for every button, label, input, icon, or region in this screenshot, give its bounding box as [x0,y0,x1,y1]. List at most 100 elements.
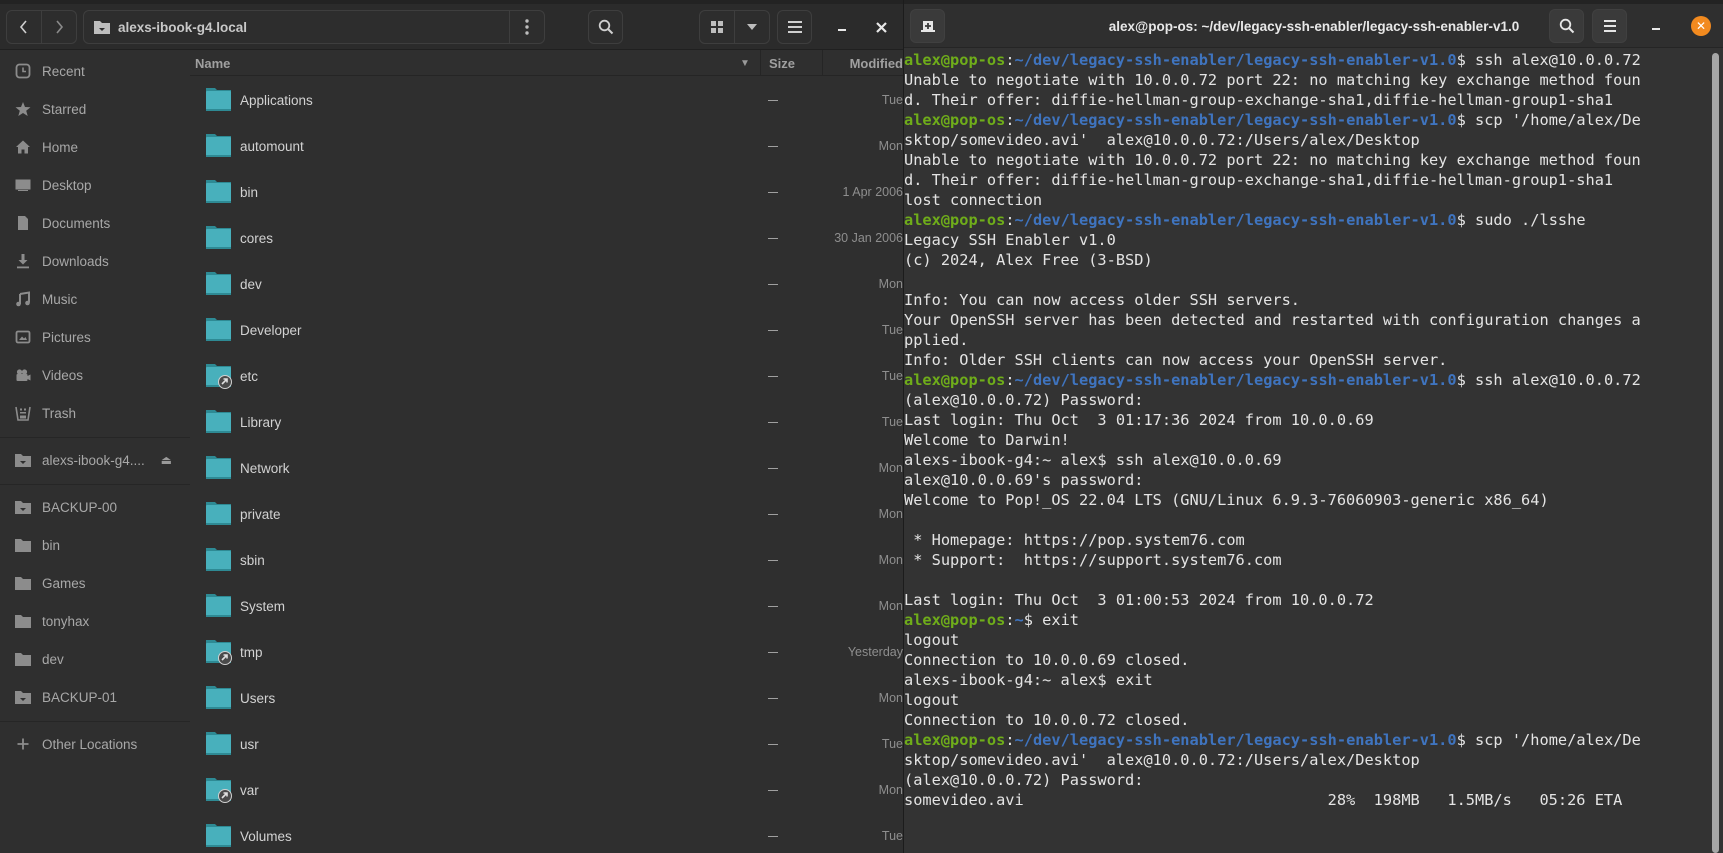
sidebar-item-backup-01[interactable]: BACKUP-01 [0,680,190,714]
file-row[interactable]: System Mon [190,583,903,629]
terminal-close-button[interactable]: ✕ [1691,16,1711,36]
file-row[interactable]: Users Mon [190,675,903,721]
location-more-button[interactable] [509,11,544,43]
folder-icon [205,178,232,204]
view-buttons [699,10,770,44]
file-row[interactable]: var Mon [190,767,903,813]
folder-symlink-icon [205,776,232,803]
sidebar-item-downloads[interactable]: Downloads [0,244,190,278]
file-row[interactable]: automount Mon [190,123,903,169]
file-modified: Mon [878,691,903,705]
sidebar-item-starred[interactable]: Starred [0,92,190,126]
eject-icon[interactable]: ⏏ [161,453,172,467]
file-size-empty [768,283,778,285]
grid-view-button[interactable] [700,11,734,43]
sidebar-item-pictures[interactable]: Pictures [0,320,190,354]
sidebar-item-dev[interactable]: dev [0,642,190,676]
file-row[interactable]: bin 1 Apr 2006 [190,169,903,215]
file-size-empty [768,651,778,653]
folder-icon [205,684,232,710]
column-header-size[interactable]: Size [760,50,822,76]
file-modified: Tue [881,829,903,843]
file-row[interactable]: usr Tue [190,721,903,767]
terminal-menu-button[interactable] [1592,9,1627,43]
file-row[interactable]: tmp Yesterday [190,629,903,675]
sidebar-item-alexs-ibook-g4[interactable]: alexs-ibook-g4.... ⏏ [0,443,190,477]
terminal-output-line: Info: Older SSH clients can now access y… [904,351,1448,369]
sidebar-item-games[interactable]: Games [0,566,190,600]
file-name: Users [240,690,276,706]
terminal-output-line: d. Their offer: diffie-hellman-group-exc… [904,171,1614,189]
terminal-output-line: Last login: Thu Oct 3 01:17:36 2024 from… [904,411,1374,429]
prompt-path: ~ [1014,611,1024,629]
file-row[interactable]: Network Mon [190,445,903,491]
file-size-empty [768,145,778,147]
sidebar-item-music[interactable]: Music [0,282,190,316]
sidebar-item-label: Pictures [42,329,91,345]
file-manager-headerbar: alexs-ibook-g4.local [0,4,903,50]
file-row[interactable]: Library Tue [190,399,903,445]
sidebar-item-videos[interactable]: Videos [0,358,190,392]
prompt-separator: : [1005,731,1015,749]
close-button[interactable] [866,10,896,44]
sidebar-item-home[interactable]: Home [0,130,190,164]
file-row[interactable]: Volumes Tue [190,813,903,853]
prompt-user-host: alex@pop-os [904,371,1006,389]
symlink-badge-icon [218,651,232,665]
terminal-scrollbar[interactable] [1712,50,1719,853]
file-name: tmp [240,644,263,660]
close-icon [875,21,887,33]
terminal-output-line: Your OpenSSH server has been detected an… [904,311,1641,329]
file-modified: Mon [878,783,903,797]
file-row[interactable]: Applications Tue [190,77,903,123]
terminal-minimize-button[interactable] [1641,9,1671,43]
chevron-down-icon [747,24,757,30]
back-button[interactable] [7,11,41,43]
column-header-modified[interactable]: Modified [822,50,903,76]
search-button[interactable] [588,10,623,44]
file-name: Network [240,460,290,476]
download-icon [14,252,32,270]
file-row[interactable]: Developer Tue [190,307,903,353]
file-row[interactable]: sbin Mon [190,537,903,583]
sidebar-item-label: Home [42,139,79,155]
terminal-output[interactable]: alex@pop-os: ~/dev/legacy-ssh-enabler/leg… [904,50,1710,853]
main-menu-button[interactable] [777,10,812,44]
prompt-user-host: alex@pop-os [904,51,1006,69]
hamburger-menu-icon [1603,20,1616,32]
file-row[interactable]: cores 30 Jan 2006 [190,215,903,261]
prompt-user-host: alex@pop-os [904,731,1006,749]
location-bar[interactable]: alexs-ibook-g4.local [83,10,545,44]
sort-descending-icon[interactable]: ▼ [735,50,755,76]
forward-button[interactable] [41,11,76,43]
scrollbar-thumb[interactable] [1712,53,1719,853]
prompt-user-host: alex@pop-os [904,211,1006,229]
sidebar-item-trash[interactable]: Trash [0,396,190,430]
sidebar-item-documents[interactable]: Documents [0,206,190,240]
sidebar-item-label: Documents [42,215,111,231]
prompt-user-host: alex@pop-os [904,611,1006,629]
sidebar-item-recent[interactable]: Recent [0,54,190,88]
view-options-button[interactable] [734,11,769,43]
minimize-button[interactable] [827,10,857,44]
sidebar-item-tonyhax[interactable]: tonyhax [0,604,190,638]
sidebar-item-other-locations[interactable]: Other Locations [0,727,190,761]
file-name: Applications [240,92,313,108]
prompt-path: ~/dev/legacy-ssh-enabler/legacy-ssh-enab… [1014,211,1457,229]
prompt-command: $ scp '/home/alex/De [1456,731,1641,749]
sidebar-item-desktop[interactable]: Desktop [0,168,190,202]
folder-icon [205,546,232,572]
file-row[interactable]: private Mon [190,491,903,537]
folder-icon [205,822,232,848]
column-header-name[interactable]: Name [195,50,765,76]
sidebar: Recent Starred Home Desktop Documents Downloa… [0,50,190,853]
sidebar-item-backup-00[interactable]: BACKUP-00 [0,490,190,524]
new-tab-button[interactable] [910,9,945,43]
picture-icon [14,328,32,346]
file-name: private [240,506,281,522]
sidebar-item-bin[interactable]: bin [0,528,190,562]
file-row[interactable]: dev Mon [190,261,903,307]
file-row[interactable]: etc Tue [190,353,903,399]
file-modified: 1 Apr 2006 [842,185,903,199]
terminal-search-button[interactable] [1549,9,1584,43]
